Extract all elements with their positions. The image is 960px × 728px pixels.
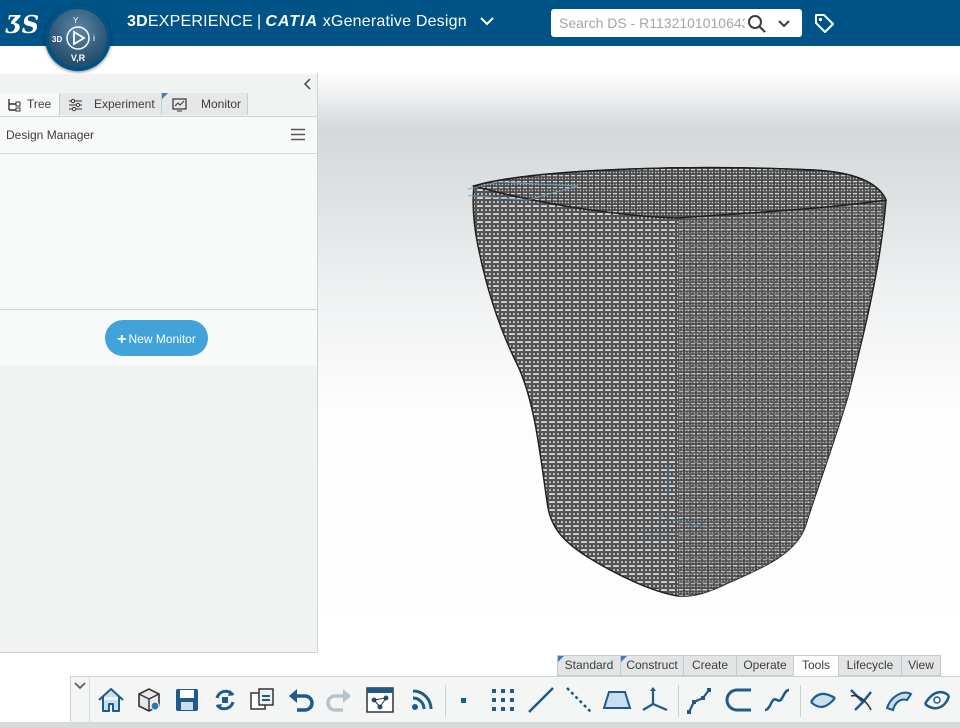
3d-part-icon[interactable]	[133, 684, 165, 716]
plane-icon[interactable]	[601, 684, 633, 716]
chevron-down-icon[interactable]	[777, 17, 791, 31]
new-monitor-label: New Monitor	[128, 332, 196, 346]
home-icon[interactable]	[95, 684, 127, 716]
action-bar-toggle[interactable]	[71, 677, 90, 723]
lattice-model[interactable]	[468, 156, 893, 606]
search-box	[551, 9, 802, 37]
tab-flag	[621, 656, 627, 662]
panel-tabs: Tree Experiment Monitor	[0, 93, 317, 117]
left-panel: Tree Experiment Monitor Design Manager +…	[0, 74, 318, 653]
app-title[interactable]: 3DEXPERIENCE | CATIA xGenerative Design	[127, 13, 494, 31]
new-monitor-button[interactable]: + New Monitor	[105, 320, 208, 356]
section-tab-tools[interactable]: Tools	[793, 655, 839, 676]
spline-icon[interactable]	[761, 684, 793, 716]
sliders-icon	[68, 97, 83, 112]
section-tab-construct[interactable]: Construct	[620, 655, 684, 676]
section-tab-label: Create	[691, 658, 729, 672]
section-tab-label: Operate	[743, 658, 787, 672]
hamburger-menu-icon[interactable]	[291, 128, 305, 141]
chevron-left-icon[interactable]	[302, 77, 314, 91]
design-manager-title: Design Manager	[6, 128, 95, 142]
section-tab-standard[interactable]: Standard	[557, 655, 621, 676]
toolbar-separator	[678, 685, 679, 717]
tab-tree[interactable]: Tree	[0, 93, 60, 116]
tree-icon	[6, 97, 21, 112]
brand-separator: |	[257, 13, 262, 31]
compass-3d-label: 3D	[52, 35, 62, 44]
tab-label: Tree	[27, 97, 52, 111]
compass-vr-label: V,R	[70, 53, 86, 63]
3d-viewport[interactable]	[318, 46, 960, 654]
section-tab-create[interactable]: Create	[683, 655, 737, 676]
wrap-icon[interactable]	[845, 684, 877, 716]
bottom-strip	[0, 722, 960, 728]
svg-text:ƷS: ƷS	[5, 10, 38, 39]
search-icon[interactable]	[747, 14, 767, 34]
tag-icon[interactable]	[813, 12, 835, 34]
tab-label: Experiment	[94, 97, 155, 111]
plus-icon: +	[117, 331, 127, 348]
section-tab-label: Construct	[626, 658, 678, 672]
monitor-zone: + New Monitor	[0, 309, 317, 366]
point-icon[interactable]	[449, 684, 481, 716]
section-tab-label: Standard	[564, 658, 614, 672]
brand-bold: 3D	[127, 13, 148, 31]
compass-widget[interactable]: 3D i Y V,R	[45, 5, 111, 71]
dashed-line-icon[interactable]	[563, 684, 595, 716]
section-tab-lifecycle[interactable]: Lifecycle	[838, 655, 902, 676]
section-tab-operate[interactable]: Operate	[736, 655, 794, 676]
tab-flag	[558, 656, 564, 662]
top-bar: ƷS 3D i Y V,R 3DEXPERIENCE | CATIA xGenera…	[0, 0, 960, 71]
tab-label: Monitor	[201, 97, 242, 111]
axis-system-icon[interactable]	[639, 684, 671, 716]
svg-text:i: i	[93, 33, 95, 43]
refresh-icon[interactable]	[209, 684, 241, 716]
twist-curve-icon[interactable]	[807, 684, 839, 716]
tab-flag	[162, 93, 168, 99]
tab-monitor[interactable]: Monitor	[162, 93, 248, 115]
sweep-icon[interactable]	[883, 684, 915, 716]
point-grid-icon[interactable]	[487, 684, 519, 716]
corner-icon[interactable]	[723, 684, 755, 716]
rss-icon[interactable]	[406, 684, 438, 716]
monitor-icon	[172, 97, 187, 112]
search-input[interactable]	[559, 14, 745, 32]
toolbar-separator	[445, 685, 446, 717]
section-tab-view[interactable]: View	[901, 655, 941, 676]
save-icon[interactable]	[171, 684, 203, 716]
tab-experiment[interactable]: Experiment	[60, 93, 162, 115]
redo-icon[interactable]	[323, 684, 355, 716]
brand-rest: EXPERIENCE	[147, 13, 253, 31]
design-manager-header: Design Manager	[0, 117, 317, 154]
ds-logo-icon[interactable]: ƷS	[4, 6, 39, 40]
section-tab-label: View	[908, 658, 934, 672]
blend-icon[interactable]	[921, 684, 953, 716]
chevron-down-icon[interactable]	[479, 13, 494, 31]
polyline-icon[interactable]	[685, 684, 717, 716]
product-name: CATIA	[265, 13, 319, 31]
svg-text:Y: Y	[73, 16, 79, 25]
app-name: xGenerative Design	[322, 13, 467, 31]
section-tab-label: Tools	[801, 658, 830, 672]
line-icon[interactable]	[525, 684, 557, 716]
update-icon[interactable]	[247, 684, 279, 716]
graph-icon[interactable]	[364, 684, 396, 716]
design-manager-body	[0, 154, 317, 309]
action-bar	[70, 676, 960, 723]
toolbar-separator	[800, 685, 801, 717]
undo-icon[interactable]	[285, 684, 317, 716]
section-tab-label: Lifecycle	[846, 658, 894, 672]
